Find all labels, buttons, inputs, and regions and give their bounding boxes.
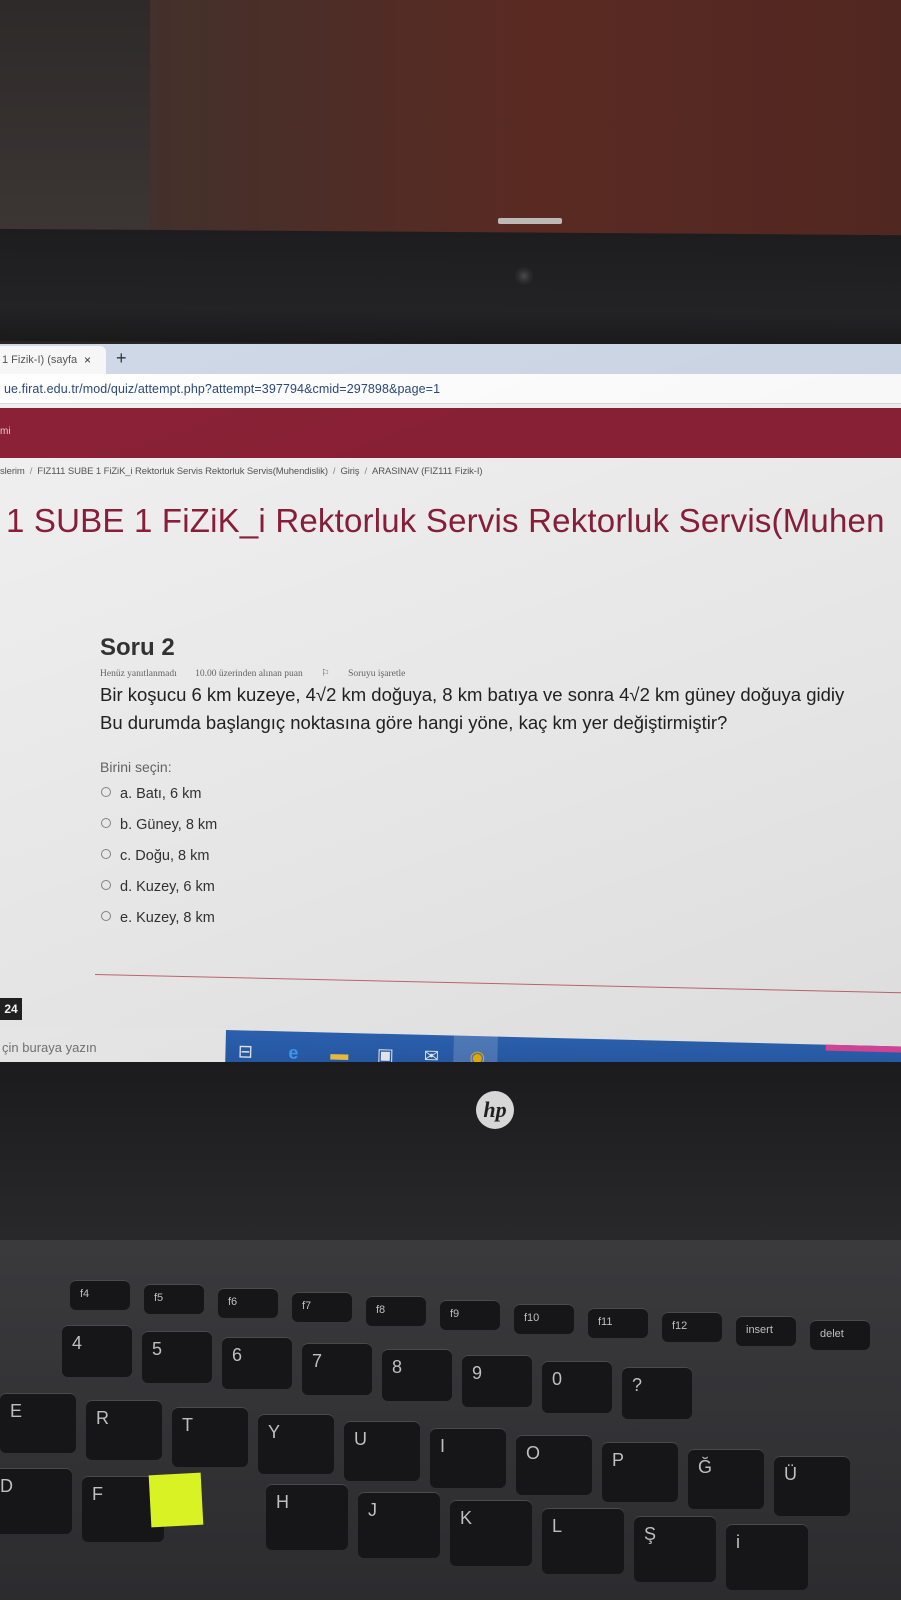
breadcrumb-item[interactable]: ARASINAV (FIZ111 Fizik-I): [372, 466, 483, 477]
laptop-screen: 1 Fizik-I) (sayfa × + ue.firat.edu.tr/mo…: [0, 344, 901, 1114]
key-j: J: [358, 1492, 440, 1558]
address-bar[interactable]: ue.firat.edu.tr/mod/quiz/attempt.php?att…: [0, 374, 901, 404]
key-p: P: [602, 1442, 678, 1502]
key-6: 6: [222, 1337, 292, 1389]
key-f8: f8: [366, 1296, 426, 1326]
question-number: Soru 2: [100, 634, 175, 661]
key-7: 7: [302, 1343, 372, 1395]
laptop-chin: [0, 1062, 901, 1262]
key-4: 4: [62, 1325, 132, 1377]
option-label: a. Batı, 6 km: [120, 786, 202, 802]
key-f4: f4: [70, 1280, 130, 1310]
browser-tab-bar: 1 Fizik-I) (sayfa × +: [0, 344, 901, 374]
clock-badge: 24: [0, 998, 22, 1020]
new-tab-button[interactable]: +: [116, 345, 127, 371]
answer-option-d[interactable]: d. Kuzey, 6 km: [100, 872, 901, 903]
breadcrumb: slerim / FIZ111 SUBE 1 FiZiK_i Rektorluk S…: [0, 466, 483, 477]
key-e: E: [0, 1393, 76, 1453]
key-t: T: [172, 1407, 248, 1467]
key-f12: f12: [662, 1312, 722, 1342]
radio-icon[interactable]: [101, 911, 111, 921]
taskbar-notification-strip: [825, 1044, 901, 1053]
radio-icon[interactable]: [101, 818, 111, 828]
key-r: R: [86, 1400, 162, 1460]
question-text-line: Bu durumda başlangıç noktasına göre hang…: [100, 712, 728, 733]
key-i: i: [726, 1524, 808, 1590]
key-?: ?: [622, 1367, 692, 1419]
laptop-lid-edge: [498, 218, 562, 224]
question-status: Henüz yanıtlanmadı: [100, 669, 177, 679]
answer-option-e[interactable]: e. Kuzey, 8 km: [100, 903, 901, 934]
flag-question-link[interactable]: ⚐ Soruyu işaretle: [321, 669, 421, 679]
key-y: Y: [258, 1414, 334, 1474]
answer-options: a. Batı, 6 km b. Güney, 8 km c. Doğu, 8 …: [100, 779, 901, 934]
question-info: Henüz yanıtlanmadı 10.00 üzerinden alına…: [100, 668, 901, 679]
radio-icon[interactable]: [101, 880, 111, 890]
breadcrumb-item[interactable]: slerim: [0, 466, 25, 477]
flag-icon: ⚐: [321, 669, 330, 679]
flag-label: Soruyu işaretle: [348, 669, 406, 679]
key-delet: delet: [810, 1320, 870, 1350]
site-header-text: mi: [0, 426, 11, 437]
page-title: 1 SUBE 1 FiZiK_i Rektorluk Servis Rektor…: [6, 502, 885, 539]
answer-option-a[interactable]: a. Batı, 6 km: [100, 779, 901, 810]
key-k: K: [450, 1500, 532, 1566]
key-0: 0: [542, 1361, 612, 1413]
option-label: c. Doğu, 8 km: [120, 848, 210, 864]
key-9: 9: [462, 1355, 532, 1407]
site-header: mi: [0, 408, 901, 458]
answer-option-c[interactable]: c. Doğu, 8 km: [100, 841, 901, 872]
tab-close-icon[interactable]: ×: [84, 346, 91, 374]
key-insert: insert: [736, 1316, 796, 1346]
edge-browser-icon[interactable]: e: [281, 1041, 306, 1064]
webcam-icon: [515, 267, 533, 285]
question-points: 10.00 üzerinden alınan puan: [195, 669, 303, 679]
key-ü: Ü: [774, 1456, 850, 1516]
key-f5: f5: [144, 1284, 204, 1314]
hp-logo: hp: [476, 1091, 514, 1129]
key-o: O: [516, 1435, 592, 1495]
option-label: d. Kuzey, 6 km: [120, 879, 215, 895]
laptop-bezel: [0, 228, 901, 348]
breadcrumb-item[interactable]: FIZ111 SUBE 1 FiZiK_i Rektorluk Servis R…: [37, 466, 328, 477]
key-f7: f7: [292, 1292, 352, 1322]
key-f6: f6: [218, 1288, 278, 1318]
key-l: L: [542, 1508, 624, 1574]
key-u: U: [344, 1421, 420, 1481]
question-text-line: Bir koşucu 6 km kuzeye, 4√2 km doğuya, 8…: [100, 684, 845, 705]
question-block: Soru 2 Henüz yanıtlanmadı 10.00 üzerinde…: [100, 634, 901, 934]
key-ğ: Ğ: [688, 1449, 764, 1509]
option-label: e. Kuzey, 8 km: [120, 910, 215, 926]
option-label: b. Güney, 8 km: [120, 817, 218, 833]
key-f9: f9: [440, 1300, 500, 1330]
tab-title: 1 Fizik-I) (sayfa: [2, 354, 78, 366]
radio-icon[interactable]: [101, 849, 111, 859]
browser-tab[interactable]: 1 Fizik-I) (sayfa ×: [0, 346, 106, 374]
key-f11: f11: [588, 1308, 648, 1338]
key-ş: Ş: [634, 1516, 716, 1582]
answer-option-b[interactable]: b. Güney, 8 km: [100, 810, 901, 841]
key-f10: f10: [514, 1304, 574, 1334]
radio-icon[interactable]: [101, 787, 111, 797]
key-5: 5: [142, 1331, 212, 1383]
choose-one-label: Birini seçin:: [100, 759, 172, 775]
url-text: ue.firat.edu.tr/mod/quiz/attempt.php?att…: [4, 382, 441, 396]
key-8: 8: [382, 1349, 452, 1401]
background-shadow: [0, 0, 150, 240]
breadcrumb-item[interactable]: Giriş: [340, 466, 359, 477]
key-h: H: [266, 1484, 348, 1550]
key-d: D: [0, 1468, 72, 1534]
key-i: I: [430, 1428, 506, 1488]
question-text: Bir koşucu 6 km kuzeye, 4√2 km doğuya, 8…: [100, 681, 901, 737]
task-view-icon[interactable]: ⊟: [233, 1040, 258, 1063]
sticky-note: [148, 1472, 204, 1528]
divider: [94, 974, 901, 994]
